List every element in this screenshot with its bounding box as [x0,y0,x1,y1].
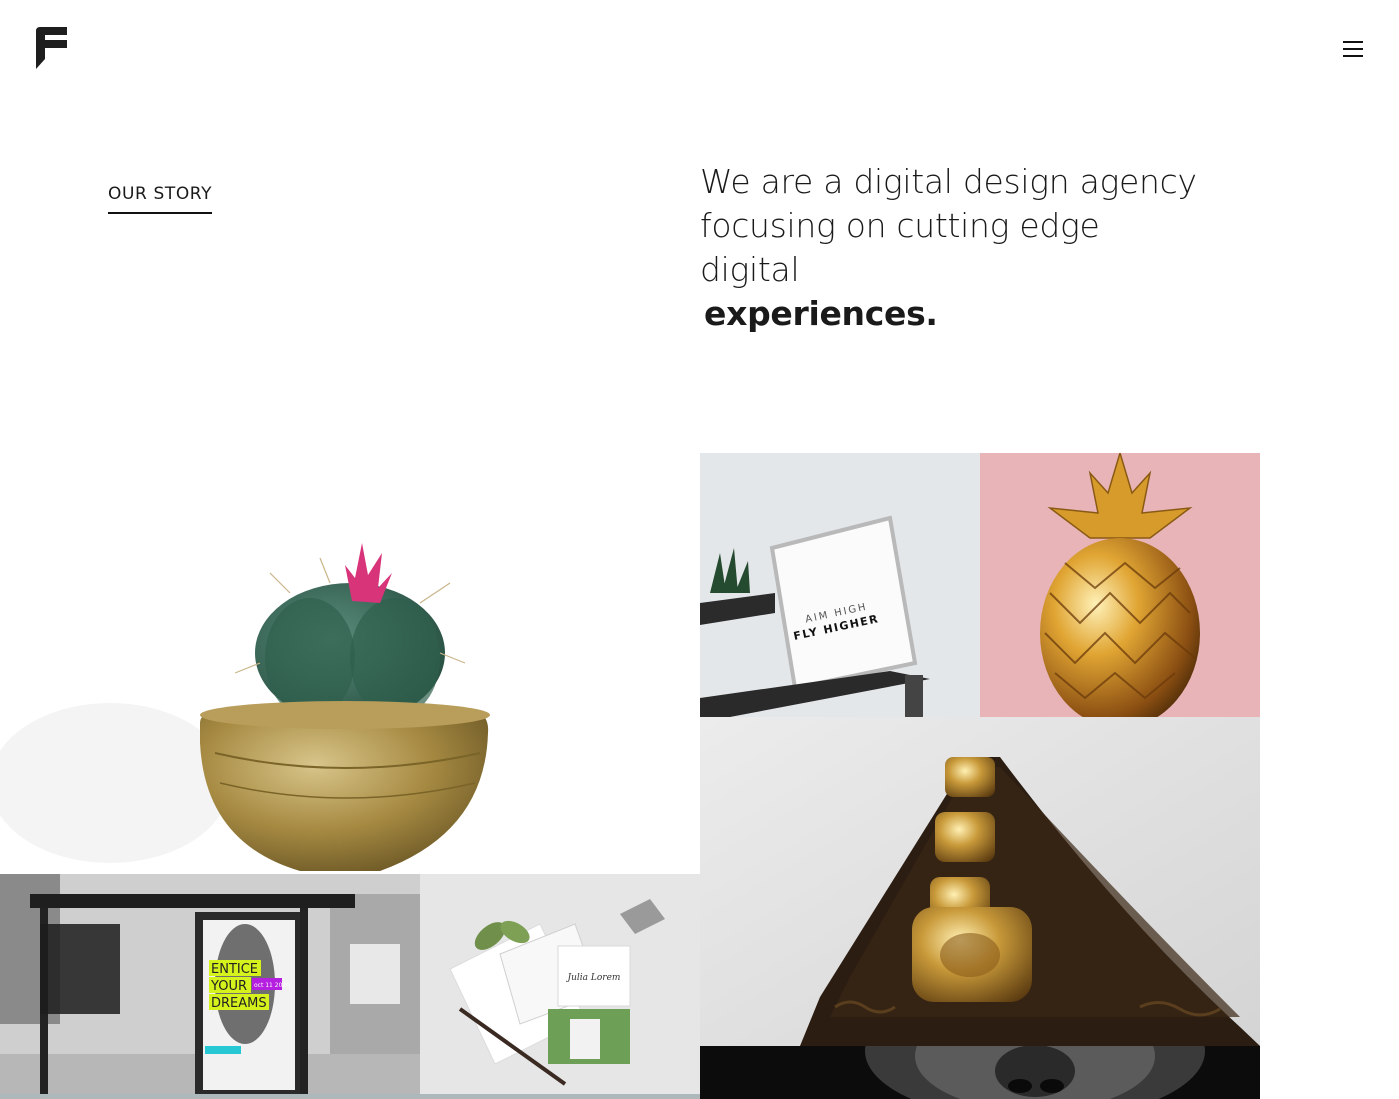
poster-line-2: YOUR [210,979,247,994]
shelf-frame-image[interactable]: AIM HIGH FLY HIGHER [700,453,980,717]
headline-emphasis: experiences. [704,294,938,333]
poster-date: oct 11 2020 [254,982,290,989]
intro-headline: We are a digital design agency focusing … [700,160,1200,336]
cactus-pot-image[interactable] [0,453,700,874]
poster-line-3: DREAMS [211,996,267,1011]
agency-logo-icon[interactable] [36,27,67,69]
golden-ring-image[interactable] [700,717,1260,1046]
our-story-link[interactable]: OUR STORY [108,184,213,214]
stationery-mockup-image[interactable]: Julia Lorem [420,874,700,1099]
bus-stop-poster-image[interactable]: ENTICE YOUR DREAMS oct 11 2020 [0,874,420,1099]
hamburger-menu-icon[interactable] [1340,38,1366,60]
golden-pineapple-image[interactable] [980,453,1260,717]
dark-portrait-image[interactable] [700,1046,1260,1099]
poster-line-1: ENTICE [211,962,258,977]
gallery-strip [0,1094,700,1099]
headline-text: We are a digital design agency focusing … [700,162,1197,289]
card-signature: Julia Lorem [566,973,621,983]
